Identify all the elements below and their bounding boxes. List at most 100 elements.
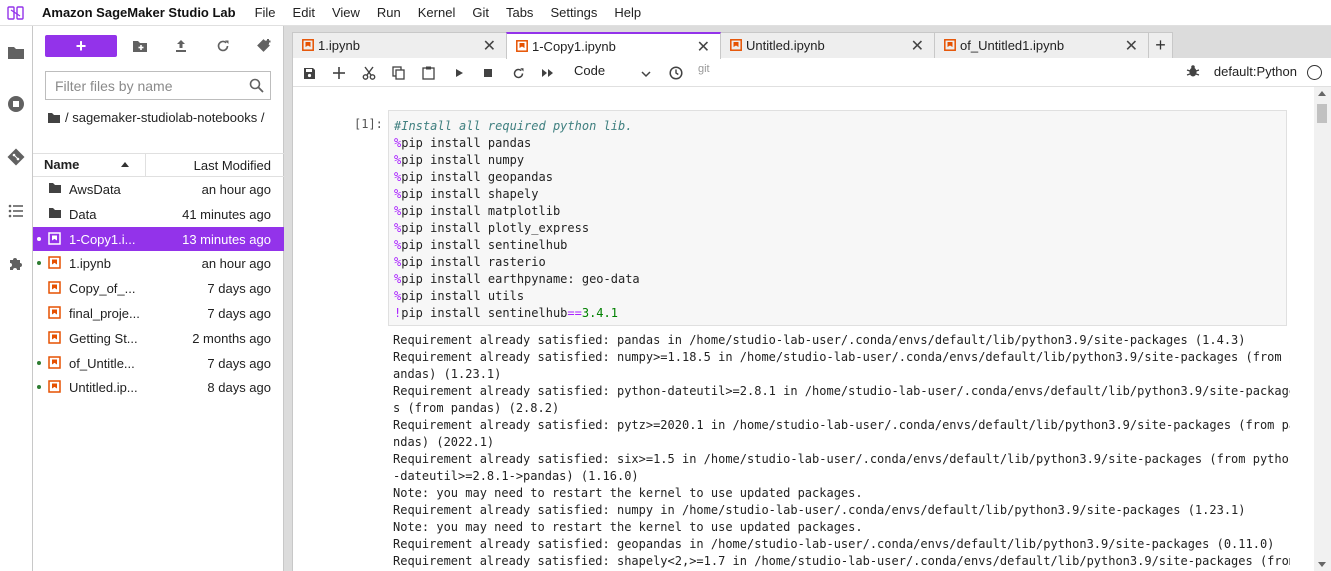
menu-bar: Amazon SageMaker Studio Lab File Edit Vi… bbox=[0, 0, 1331, 26]
paste-icon[interactable] bbox=[419, 64, 437, 82]
output-line: -dateutil>=2.8.1->pandas) (1.16.0) bbox=[393, 469, 639, 483]
interrupt-kernel-icon[interactable] bbox=[479, 64, 497, 82]
file-list-item[interactable]: Copy_of_... 7 days ago bbox=[33, 276, 284, 301]
run-cell-icon[interactable] bbox=[450, 64, 468, 82]
app-title: Amazon SageMaker Studio Lab bbox=[42, 5, 236, 20]
copy-icon[interactable] bbox=[389, 64, 407, 82]
running-indicator-icon bbox=[37, 360, 41, 365]
code-cell-editor[interactable]: #Install all required python lib. %pip in… bbox=[388, 110, 1287, 326]
file-list-item[interactable]: AwsData an hour ago bbox=[33, 177, 284, 202]
breadcrumb-folder-icon[interactable] bbox=[47, 110, 61, 129]
menu-kernel[interactable]: Kernel bbox=[411, 0, 463, 26]
code-token: pip install earthpyname: geo-data bbox=[401, 272, 640, 286]
output-line: Requirement already satisfied: pandas in… bbox=[393, 333, 1246, 347]
code-token: pip install plotly_express bbox=[401, 221, 590, 235]
file-name: Untitled.ip... bbox=[69, 380, 138, 396]
output-line: s (from pandas) (2.8.2) bbox=[393, 401, 560, 415]
scroll-down-icon[interactable] bbox=[1318, 562, 1326, 567]
code-token: == bbox=[567, 306, 582, 320]
close-icon[interactable]: ✕ bbox=[1125, 36, 1138, 56]
save-icon[interactable] bbox=[300, 64, 318, 82]
running-stop-icon[interactable] bbox=[6, 94, 26, 114]
menu-run[interactable]: Run bbox=[370, 0, 408, 26]
file-browser-toolbar: + bbox=[33, 33, 284, 59]
menu-file[interactable]: File bbox=[248, 0, 283, 26]
scrollbar-thumb[interactable] bbox=[1317, 104, 1327, 123]
menu-view[interactable]: View bbox=[325, 0, 367, 26]
restart-kernel-icon[interactable] bbox=[509, 64, 527, 82]
cut-icon[interactable] bbox=[360, 64, 378, 82]
close-icon[interactable]: ✕ bbox=[697, 37, 710, 57]
code-token: #Install all required python lib. bbox=[394, 119, 633, 133]
menu-settings[interactable]: Settings bbox=[543, 0, 604, 26]
notebook-icon bbox=[48, 281, 62, 295]
upload-icon[interactable] bbox=[172, 37, 190, 55]
menu-help[interactable]: Help bbox=[607, 0, 648, 26]
folder-icon[interactable] bbox=[6, 42, 26, 62]
folder-icon bbox=[48, 182, 62, 196]
scroll-up-icon[interactable] bbox=[1318, 91, 1326, 96]
tab-label: Untitled.ipynb bbox=[746, 38, 825, 53]
notebook-icon bbox=[48, 331, 62, 345]
vertical-scrollbar[interactable] bbox=[1314, 87, 1331, 571]
close-icon[interactable]: ✕ bbox=[911, 36, 924, 56]
running-indicator-icon bbox=[37, 261, 41, 266]
table-of-contents-icon[interactable] bbox=[6, 201, 26, 221]
code-line: %pip install utils bbox=[394, 288, 1286, 305]
git-icon[interactable] bbox=[6, 147, 26, 167]
file-list-item[interactable]: of_Untitle... 7 days ago bbox=[33, 351, 284, 376]
notebook-icon bbox=[48, 306, 62, 320]
running-indicator-icon bbox=[37, 385, 41, 390]
debugger-bug-icon[interactable] bbox=[1186, 64, 1200, 81]
notebook-tab[interactable]: 1-Copy1.ipynb ✕ bbox=[506, 32, 721, 59]
code-token: 3.4.1 bbox=[581, 306, 618, 320]
restart-run-all-icon[interactable] bbox=[539, 64, 557, 82]
git-diff-label[interactable]: git bbox=[698, 63, 710, 75]
file-list-item[interactable]: 1-Copy1.i... 13 minutes ago bbox=[33, 226, 284, 252]
column-name-header[interactable]: Name bbox=[33, 153, 146, 177]
cell-type-select[interactable]: Code bbox=[574, 63, 605, 78]
code-line: %pip install matplotlib bbox=[394, 203, 1286, 220]
menu-git[interactable]: Git bbox=[465, 0, 496, 26]
breadcrumb: / sagemaker-studiolab-notebooks / bbox=[47, 108, 277, 129]
file-list-item[interactable]: Untitled.ip... 8 days ago bbox=[33, 375, 284, 400]
file-modified: 13 minutes ago bbox=[182, 231, 271, 247]
tab-label: 1-Copy1.ipynb bbox=[532, 39, 616, 54]
menu-tabs[interactable]: Tabs bbox=[499, 0, 540, 26]
menu-edit[interactable]: Edit bbox=[286, 0, 322, 26]
close-icon[interactable]: ✕ bbox=[483, 36, 496, 56]
column-modified-header[interactable]: Last Modified bbox=[146, 158, 284, 173]
kernel-status-icon bbox=[1307, 65, 1322, 80]
kernel-name[interactable]: default:Python bbox=[1214, 64, 1297, 79]
clock-icon[interactable] bbox=[667, 64, 685, 82]
code-line: %pip install sentinelhub bbox=[394, 237, 1286, 254]
new-tab-button[interactable]: + bbox=[1148, 32, 1173, 58]
code-line: %pip install plotly_express bbox=[394, 220, 1286, 237]
code-token: pip install shapely bbox=[401, 187, 539, 201]
file-name: 1-Copy1.i... bbox=[69, 231, 136, 247]
new-launcher-button[interactable]: + bbox=[45, 35, 117, 57]
chevron-down-icon[interactable] bbox=[641, 66, 651, 81]
file-list-item[interactable]: Getting St... 2 months ago bbox=[33, 326, 284, 351]
git-clone-icon[interactable] bbox=[255, 37, 273, 55]
activity-bar bbox=[0, 26, 33, 571]
output-line: Note: you may need to restart the kernel… bbox=[393, 520, 863, 534]
file-list-item[interactable]: Data 41 minutes ago bbox=[33, 202, 284, 227]
filter-files-input[interactable] bbox=[55, 77, 245, 94]
file-list-item[interactable]: final_proje... 7 days ago bbox=[33, 301, 284, 326]
notebook-tab[interactable]: 1.ipynb ✕ bbox=[292, 32, 507, 58]
notebook-content: [1]: #Install all required python lib. %p… bbox=[293, 87, 1315, 571]
new-folder-icon[interactable] bbox=[131, 37, 149, 55]
extension-puzzle-icon[interactable] bbox=[6, 254, 26, 274]
file-modified: 7 days ago bbox=[207, 305, 271, 321]
add-cell-icon[interactable] bbox=[330, 64, 348, 82]
notebook-tab[interactable]: Untitled.ipynb ✕ bbox=[720, 32, 935, 58]
output-line: ndas) (2022.1) bbox=[393, 435, 495, 449]
code-line: %pip install geopandas bbox=[394, 169, 1286, 186]
notebook-icon bbox=[302, 39, 314, 54]
filter-files-field[interactable] bbox=[45, 71, 271, 100]
file-list-item[interactable]: 1.ipynb an hour ago bbox=[33, 251, 284, 276]
notebook-tab[interactable]: of_Untitled1.ipynb ✕ bbox=[934, 32, 1149, 58]
refresh-icon[interactable] bbox=[214, 37, 232, 55]
breadcrumb-path[interactable]: / sagemaker-studiolab-notebooks / bbox=[65, 110, 264, 125]
